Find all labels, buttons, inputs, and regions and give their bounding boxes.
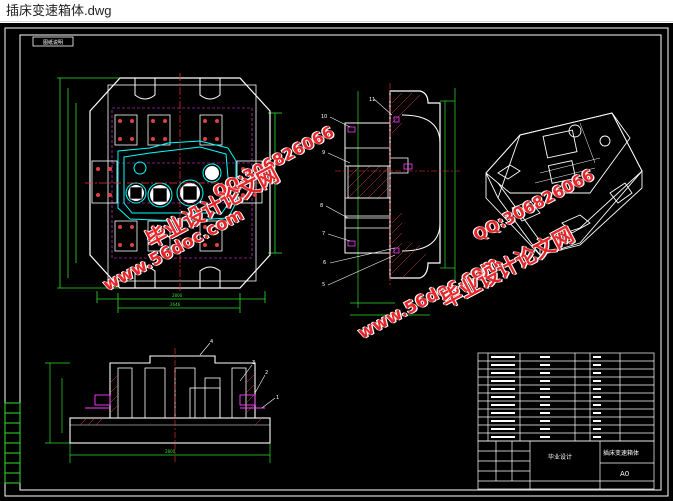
balloon-3: 3 — [252, 360, 255, 366]
parts-list-text — [491, 356, 601, 438]
title-block-name: 插床变速箱体 — [603, 449, 639, 457]
title-block-scale: A0 — [620, 470, 629, 478]
title-block — [477, 440, 655, 490]
view-label: 图纸说明 — [43, 39, 63, 46]
balloon-2: 2 — [265, 370, 268, 376]
cad-viewport[interactable]: 图纸说明 2800 2646 11 10 9 8 7 6 5 2800 4 3 … — [0, 23, 673, 501]
balloon-7: 7 — [322, 231, 325, 237]
left-strip — [4, 402, 21, 484]
title-block-company: 毕业设计 — [548, 453, 572, 461]
svg-text:2800: 2800 — [172, 293, 183, 298]
cad-drawing: 图纸说明 2800 2646 11 10 9 8 7 6 5 2800 4 3 … — [4, 27, 669, 497]
balloon-8: 8 — [320, 203, 323, 209]
balloon-1: 1 — [276, 395, 279, 401]
balloon-10: 10 — [321, 114, 327, 120]
balloon-11: 11 — [369, 97, 375, 103]
front-view: 2800 4 3 2 1 — [45, 339, 279, 463]
sheet-border — [4, 27, 669, 497]
balloon-6: 6 — [323, 260, 326, 266]
balloon-9: 9 — [322, 150, 325, 156]
svg-text:2646: 2646 — [170, 302, 181, 307]
sheet-inner-border — [19, 34, 662, 491]
svg-text:2800: 2800 — [165, 449, 176, 454]
window-title: 插床变速箱体.dwg — [0, 0, 673, 22]
balloon-5: 5 — [322, 282, 325, 288]
balloon-4: 4 — [210, 339, 213, 345]
